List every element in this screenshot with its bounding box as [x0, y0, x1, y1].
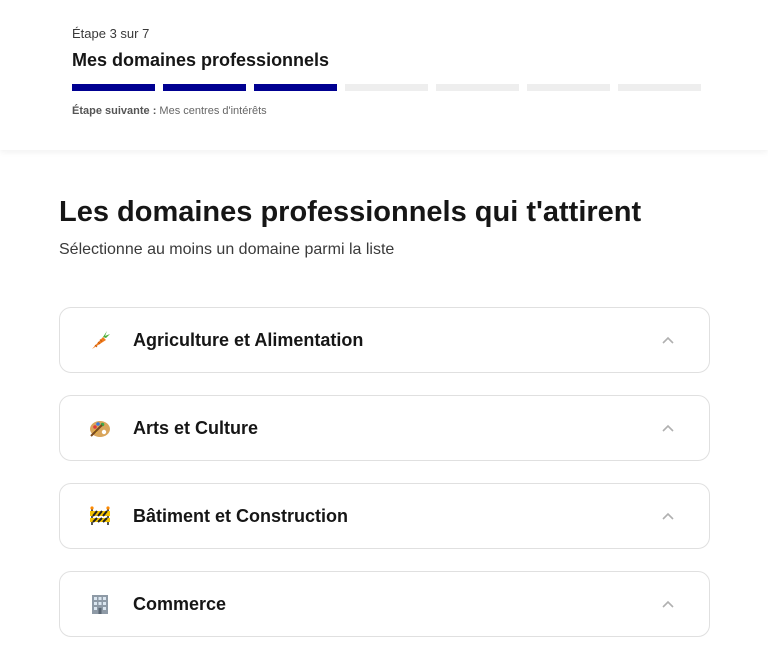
chevron-up-icon — [661, 335, 675, 345]
domain-label: Commerce — [133, 593, 227, 614]
progress-segment — [72, 84, 155, 91]
progress-segment — [618, 84, 701, 91]
construction-barrier-icon — [88, 504, 112, 528]
stepper: Étape 3 sur 7 Mes domaines professionnel… — [0, 0, 768, 150]
step-counter: Étape 3 sur 7 — [72, 26, 150, 41]
next-step-prefix: Étape suivante : — [72, 105, 157, 117]
next-step-value: Mes centres d'intérêts — [159, 105, 267, 117]
progress-segment — [254, 84, 337, 91]
next-step: Étape suivante : Mes centres d'intérêts — [72, 105, 267, 117]
domain-list: Agriculture et Alimentation Arts et Cult… — [59, 307, 710, 659]
domain-item-arts[interactable]: Arts et Culture — [59, 395, 710, 461]
chevron-up-icon — [661, 599, 675, 609]
page-subtitle: Sélectionne au moins un domaine parmi la… — [59, 241, 395, 258]
office-building-icon — [88, 592, 112, 616]
domain-item-commerce[interactable]: Commerce — [59, 571, 710, 637]
domain-label: Agriculture et Alimentation — [133, 329, 364, 350]
chevron-up-icon — [661, 423, 675, 433]
page-title: Les domaines professionnels qui t'attire… — [59, 196, 642, 228]
step-title: Mes domaines professionnels — [72, 50, 330, 70]
domain-item-agriculture[interactable]: Agriculture et Alimentation — [59, 307, 710, 373]
progress-segment — [436, 84, 519, 91]
palette-icon — [88, 416, 112, 440]
domain-label: Arts et Culture — [133, 417, 259, 438]
progress-segment — [163, 84, 246, 91]
progress-bar — [72, 84, 701, 91]
progress-segment — [527, 84, 610, 91]
chevron-up-icon — [661, 511, 675, 521]
domain-item-batiment[interactable]: Bâtiment et Construction — [59, 483, 710, 549]
domain-label: Bâtiment et Construction — [133, 505, 349, 526]
progress-segment — [345, 84, 428, 91]
carrot-icon — [88, 328, 112, 352]
